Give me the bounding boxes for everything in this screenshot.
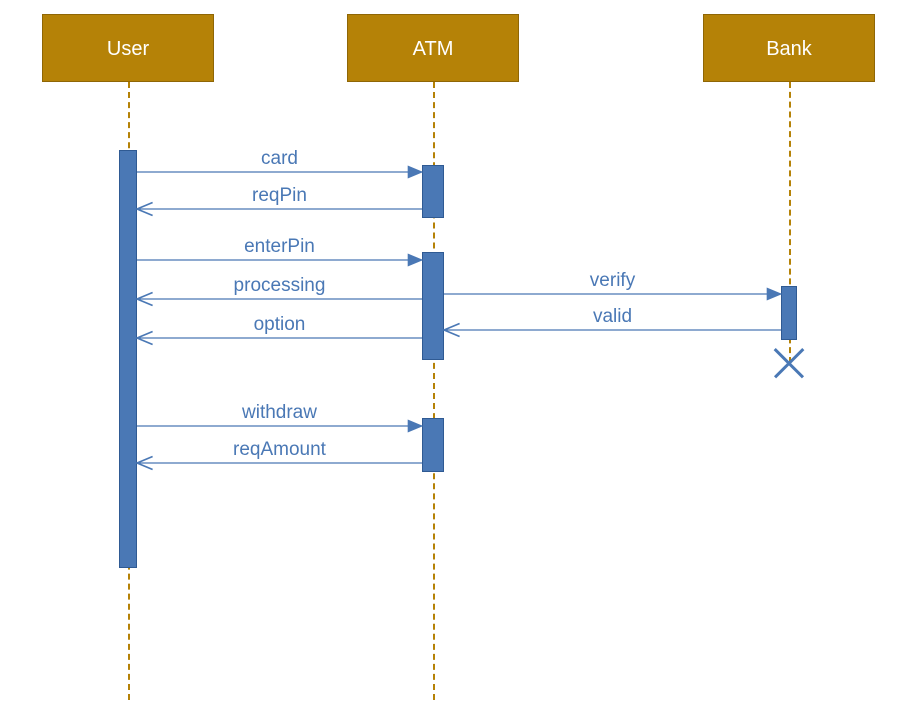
activation-atm: [422, 252, 444, 360]
message-label: processing: [180, 275, 380, 297]
activation-bank: [781, 286, 797, 340]
activation-atm: [422, 165, 444, 218]
destroy-icon: [772, 346, 806, 380]
actor-atm: ATM: [347, 14, 519, 82]
message-label: withdraw: [180, 402, 380, 424]
message-label: card: [180, 148, 380, 170]
message-label: enterPin: [180, 236, 380, 258]
message-label: reqPin: [180, 185, 380, 207]
actor-user: User: [42, 14, 214, 82]
message-label: verify: [513, 270, 713, 292]
message-label: valid: [513, 306, 713, 328]
activation-atm: [422, 418, 444, 472]
actor-bank: Bank: [703, 14, 875, 82]
sequence-diagram: User ATM Bank card reqPin enterPin verify proce…: [0, 0, 910, 725]
message-label: reqAmount: [180, 439, 380, 461]
message-label: option: [180, 314, 380, 336]
activation-user: [119, 150, 137, 568]
